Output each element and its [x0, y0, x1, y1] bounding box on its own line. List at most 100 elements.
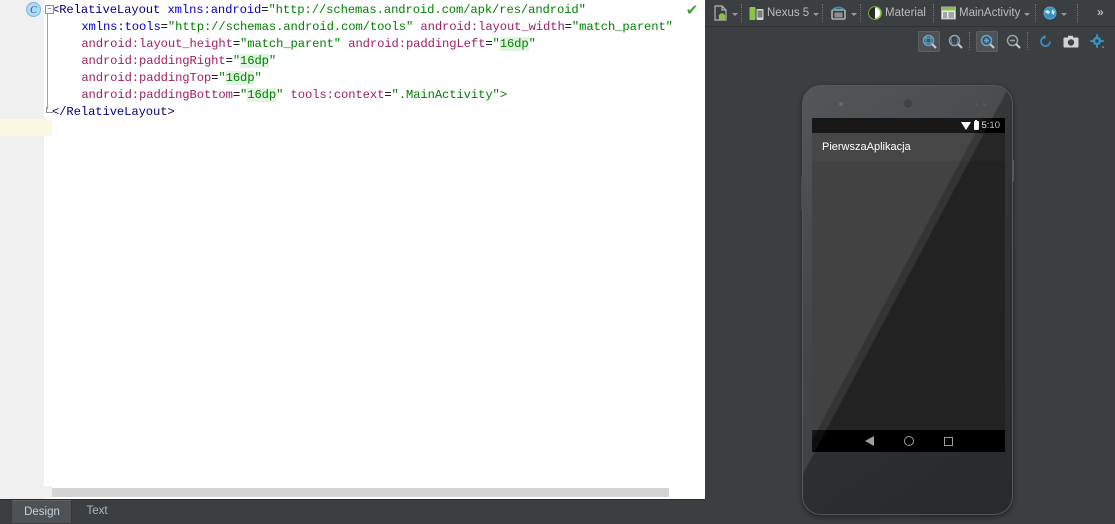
class-marker-badge[interactable]: C: [26, 2, 41, 17]
zoom-actual-size-icon: 1:1: [948, 34, 963, 49]
scroll-corner: [0, 486, 52, 498]
code-token: android:paddingLeft: [348, 37, 486, 51]
code-token: =: [232, 37, 241, 51]
code-token: tools:context: [290, 88, 385, 102]
app-bar-title: PierwszaAplikacja: [822, 141, 911, 153]
code-token: xmlns:android: [167, 3, 262, 17]
code-token: =: [160, 20, 168, 34]
device-screen[interactable]: 5:10 PierwszaAplikacja: [812, 118, 1005, 452]
code-token: =: [564, 20, 572, 34]
config-theme-button[interactable]: Material: [868, 3, 926, 23]
toolbar-overflow-button[interactable]: »: [1097, 5, 1104, 19]
current-line-gutter-highlight: [0, 119, 52, 136]
tab-text[interactable]: Text: [72, 500, 122, 523]
code-line[interactable]: <RelativeLayout xmlns:android="http://sc…: [52, 2, 586, 19]
zoom-toolbar-separator: [969, 32, 971, 50]
editor-fold-column[interactable]: [44, 0, 52, 500]
preview-config-toolbar: Nexus 5 Material MainActivity »: [705, 0, 1115, 27]
back-triangle-icon[interactable]: [864, 436, 874, 446]
screenshot-camera-icon: [1063, 35, 1079, 47]
layout-file-icon: [714, 5, 727, 21]
zoom-to-fit-icon: [922, 34, 937, 49]
horizontal-scrollbar-thumb[interactable]: [52, 488, 669, 497]
editor-line-number-gutter: [0, 0, 24, 500]
code-token: xmlns:tools: [81, 20, 161, 34]
zoom-out-button[interactable]: [1002, 31, 1024, 52]
code-line[interactable]: android:paddingRight="16dp": [81, 53, 276, 70]
theme-icon: [868, 6, 882, 20]
code-token: android:paddingTop: [81, 71, 212, 85]
preview-canvas[interactable]: 5:10 PierwszaAplikacja: [705, 57, 1115, 524]
checkmark-ok-icon[interactable]: ✔: [685, 3, 699, 18]
device-frame[interactable]: 5:10 PierwszaAplikacja: [801, 85, 1014, 515]
tab-design[interactable]: Design: [12, 500, 72, 523]
fold-toggle-end-icon[interactable]: [45, 107, 54, 116]
code-token: android:layout_width: [420, 20, 565, 34]
zoom-toolbar-separator: [1027, 32, 1029, 50]
code-token: ": [232, 54, 241, 68]
code-line[interactable]: android:paddingTop="16dp": [81, 70, 262, 87]
design-preview-pane: Nexus 5 Material MainActivity » 1:1 5:10…: [705, 0, 1115, 524]
wifi-icon: [960, 121, 971, 130]
config-activity-label: MainActivity: [959, 7, 1021, 19]
code-line[interactable]: xmlns:tools="http://schemas.android.com/…: [81, 19, 673, 36]
code-content[interactable]: <RelativeLayout xmlns:android="http://sc…: [52, 0, 705, 484]
config-locale-button[interactable]: [1043, 3, 1067, 23]
horizontal-scrollbar[interactable]: [52, 486, 705, 498]
home-circle-icon[interactable]: [903, 436, 914, 446]
recents-square-icon[interactable]: [943, 436, 953, 446]
status-bar: 5:10: [812, 118, 1005, 133]
config-orientation-button[interactable]: [830, 3, 857, 23]
proximity-sensor: [975, 103, 978, 106]
config-device-label: Nexus 5: [767, 7, 810, 19]
tab-text-label: Text: [86, 505, 108, 517]
toolbar-separator: [933, 4, 935, 22]
code-token: ": [268, 54, 277, 68]
editor-icon-gutter[interactable]: [24, 0, 44, 500]
chevron-down-icon: [813, 13, 820, 16]
config-theme-label: Material: [885, 7, 926, 19]
orientation-icon: [831, 6, 846, 20]
code-token: android:paddingBottom: [81, 88, 233, 102]
code-token: ".MainActivity">: [391, 88, 508, 102]
zoom-to-fit-button[interactable]: [918, 31, 940, 52]
code-token: android:paddingRight: [81, 54, 226, 68]
code-line[interactable]: android:layout_height="match_parent" and…: [81, 36, 536, 53]
app-bar: PierwszaAplikacja: [812, 133, 1005, 161]
zoom-out-icon: [1006, 34, 1021, 49]
code-token: ": [492, 37, 500, 51]
xml-editor-pane[interactable]: 12345678 <RelativeLayout xmlns:android="…: [0, 0, 705, 500]
code-line[interactable]: </RelativeLayout>: [52, 104, 175, 121]
navigation-bar: [812, 430, 1005, 452]
screenshot-button[interactable]: [1060, 31, 1082, 52]
code-token: =: [485, 37, 493, 51]
editor-tab-bar: Design Text: [0, 499, 705, 524]
preview-zoom-toolbar: 1:1: [705, 27, 1115, 56]
config-layout-file-button[interactable]: [713, 3, 738, 23]
toolbar-separator: [741, 4, 743, 22]
preview-settings-button[interactable]: [1086, 31, 1108, 52]
android-studio-layout-editor: 12345678 <RelativeLayout xmlns:android="…: [0, 0, 1115, 524]
config-activity-button[interactable]: MainActivity: [941, 3, 1031, 23]
chevron-down-icon: [732, 13, 738, 16]
code-token: <RelativeLayout: [52, 3, 161, 17]
svg-text:1:1: 1:1: [949, 38, 959, 45]
fold-toggle-open-icon[interactable]: −: [45, 5, 54, 14]
zoom-actual-size-button[interactable]: 1:1: [944, 31, 966, 52]
code-token: 16dp: [240, 54, 269, 68]
chevron-down-icon: [1061, 13, 1067, 16]
zoom-in-button[interactable]: [976, 31, 998, 52]
refresh-button[interactable]: [1034, 31, 1056, 52]
code-token: "match_parent": [240, 37, 342, 51]
earpiece-speaker: [902, 98, 913, 109]
tab-design-label: Design: [24, 506, 60, 518]
code-line[interactable]: android:paddingBottom="16dp" tools:conte…: [81, 87, 507, 104]
status-bar-time: 5:10: [981, 120, 1001, 131]
toolbar-separator: [860, 4, 862, 22]
config-device-button[interactable]: Nexus 5: [749, 3, 820, 23]
zoom-in-icon: [980, 34, 995, 49]
layout-content-area[interactable]: [812, 161, 1005, 430]
code-token: ": [528, 37, 536, 51]
toolbar-separator: [822, 4, 824, 22]
power-button: [1012, 160, 1014, 182]
